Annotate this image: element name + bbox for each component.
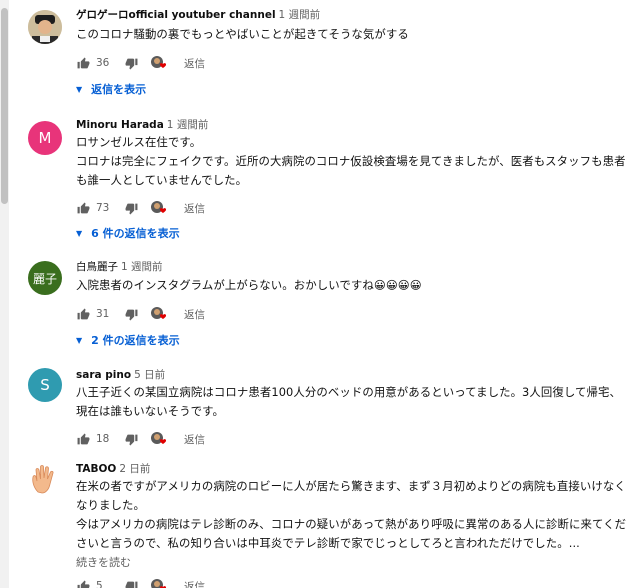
comment-header: TABOO 2 日前 [76, 462, 632, 476]
view-replies-button[interactable]: ▼ 6 件の返信を表示 [76, 225, 632, 241]
raised-hand-icon [32, 465, 54, 494]
author-name[interactable]: Minoru Harada [76, 119, 164, 131]
creator-heart-icon [150, 200, 168, 216]
comment-time[interactable]: 1 週間前 [167, 119, 209, 131]
comment-line: このコロナ騒動の裏でもっとやばいことが起きてそうな気がする [76, 27, 409, 41]
comment-text: 在米の者ですがアメリカの病院のロビーに人が居たら驚きます、まず３月初めよりどの病… [76, 477, 632, 553]
comment-line: コロナは完全にフェイクです。近所の大病院のコロナ仮設検査場を見てきましたが、医者… [76, 154, 626, 168]
comment-text: 入院患者のインスタグラムが上がらない。おかしいですね😀😀😀😀 [76, 276, 632, 295]
author-name[interactable]: TABOO [76, 463, 116, 475]
reply-button[interactable]: 返信 [184, 432, 205, 447]
thumbs-up-icon[interactable] [76, 201, 90, 215]
thumbs-down-icon[interactable] [124, 307, 138, 321]
view-replies-button[interactable]: ▼ 2 件の返信を表示 [76, 332, 632, 348]
comment-actions: 73 返信 [76, 198, 632, 218]
comment-time[interactable]: 1 週間前 [121, 261, 163, 273]
comment-body: sara pino 5 日前 八王子近くの某国立病院はコロナ患者100人分のベッド… [76, 368, 632, 449]
comment-line: 入院患者のインスタグラムが上がらない。おかしいですね😀😀😀😀 [76, 278, 422, 292]
comment-time[interactable]: 2 日前 [119, 463, 150, 475]
scrollbar[interactable] [0, 0, 9, 588]
avatar[interactable] [28, 462, 62, 496]
comment-body: 白鳥麗子 1 週間前 入院患者のインスタグラムが上がらない。おかしいですね😀😀😀😀… [76, 260, 632, 348]
author-name[interactable]: ゲロゲーロofficial youtuber channel [76, 9, 276, 21]
like-count: 5 [96, 580, 103, 588]
creator-heart-icon [150, 578, 168, 588]
creator-heart-icon [150, 431, 168, 447]
reply-button[interactable]: 返信 [184, 56, 205, 71]
thumbs-down-icon[interactable] [124, 432, 138, 446]
comment-line: さいと言うので、私の知り合いは中耳炎でテレ診断で家でじっとしてろと言われただけで… [76, 536, 580, 550]
comment-body: ゲロゲーロofficial youtuber channel 1 週間前 このコロ… [76, 8, 632, 97]
avatar[interactable] [28, 10, 62, 44]
author-name[interactable]: 白鳥麗子 [76, 261, 118, 273]
comment-body: Minoru Harada 1 週間前 ロサンゼルス在住です。 コロナは完全にフェ… [76, 118, 632, 241]
like-count: 73 [96, 202, 110, 214]
comment-actions: 18 返信 [76, 429, 632, 449]
avatar[interactable]: M [28, 121, 62, 155]
chevron-down-icon: ▼ [76, 228, 83, 238]
comment-line: も誰一人としていませんでした。 [76, 173, 248, 187]
author-name[interactable]: sara pino [76, 369, 131, 381]
comment-actions: 36 返信 [76, 53, 632, 73]
thumbs-down-icon[interactable] [124, 201, 138, 215]
thumbs-up-icon[interactable] [76, 56, 90, 70]
avatar[interactable]: S [28, 368, 62, 402]
view-replies-label: 6 件の返信を表示 [91, 227, 180, 240]
comment-line: ロサンゼルス在住です。 [76, 135, 202, 149]
creator-heart-icon [150, 55, 168, 71]
thumbs-up-icon[interactable] [76, 432, 90, 446]
comment-line: 在米の者ですがアメリカの病院のロビーに人が居たら驚きます、まず３月初めよりどの病… [76, 479, 626, 493]
chevron-down-icon: ▼ [76, 84, 83, 94]
avatar-letter: M [38, 129, 52, 147]
comment-line: 八王子近くの某国立病院はコロナ患者100人分のベッドの用意があるといってました。… [76, 385, 621, 399]
comment-time[interactable]: 5 日前 [134, 369, 165, 381]
avatar-letter: 麗子 [32, 271, 57, 286]
like-count: 31 [96, 308, 110, 320]
comment-line: なりました。 [76, 498, 145, 512]
creator-heart-icon [150, 306, 168, 322]
thumbs-down-icon[interactable] [124, 579, 138, 588]
reply-button[interactable]: 返信 [184, 579, 205, 588]
reply-button[interactable]: 返信 [184, 201, 205, 216]
view-replies-label: 返信を表示 [91, 83, 147, 96]
view-replies-button[interactable]: ▼ 返信を表示 [76, 81, 632, 97]
scrollbar-thumb[interactable] [1, 8, 8, 204]
comment-line: 現在は誰もいないそうです。 [76, 404, 225, 418]
comment-text: 八王子近くの某国立病院はコロナ患者100人分のベッドの用意があるといってました。… [76, 383, 632, 421]
comment-text: ロサンゼルス在住です。 コロナは完全にフェイクです。近所の大病院のコロナ仮設検査… [76, 133, 632, 190]
avatar[interactable]: 麗子 [28, 261, 62, 295]
comment-header: ゲロゲーロofficial youtuber channel 1 週間前 [76, 8, 632, 22]
read-more-button[interactable]: 続きを読む [76, 554, 632, 570]
comment-header: Minoru Harada 1 週間前 [76, 118, 632, 132]
reply-button[interactable]: 返信 [184, 307, 205, 322]
comment-header: sara pino 5 日前 [76, 368, 632, 382]
like-count: 18 [96, 433, 110, 445]
comment-line: 今はアメリカの病院はテレ診断のみ、コロナの疑いがあって熱があり呼吸に異常のある人… [76, 517, 627, 531]
comment-time[interactable]: 1 週間前 [279, 9, 321, 21]
like-count: 36 [96, 57, 110, 69]
comment-text: このコロナ騒動の裏でもっとやばいことが起きてそうな気がする [76, 25, 632, 44]
thumbs-up-icon[interactable] [76, 579, 90, 588]
thumbs-down-icon[interactable] [124, 56, 138, 70]
avatar-letter: S [40, 376, 50, 394]
view-replies-label: 2 件の返信を表示 [91, 334, 180, 347]
comment-header: 白鳥麗子 1 週間前 [76, 260, 632, 274]
comment-actions: 5 返信 [76, 576, 632, 588]
thumbs-up-icon[interactable] [76, 307, 90, 321]
comment-body: TABOO 2 日前 在米の者ですがアメリカの病院のロビーに人が居たら驚きます、ま… [76, 462, 632, 588]
chevron-down-icon: ▼ [76, 335, 83, 345]
comment-actions: 31 返信 [76, 304, 632, 324]
